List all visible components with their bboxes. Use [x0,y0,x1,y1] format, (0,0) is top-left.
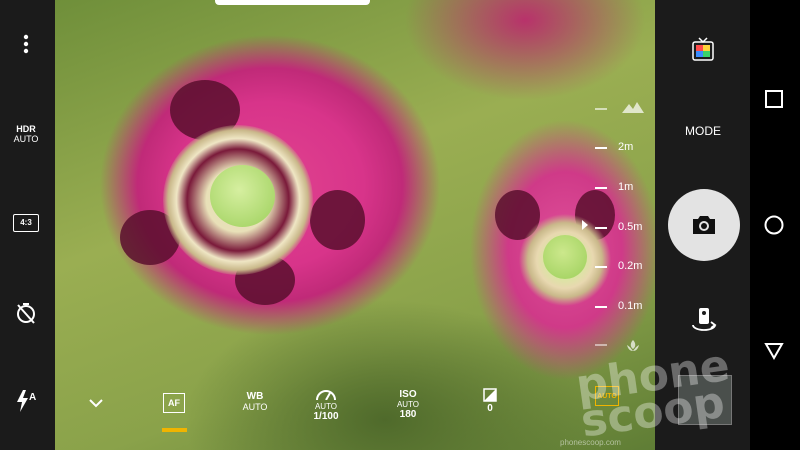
watermark-url: phonescoop.com [560,438,621,447]
white-balance-control[interactable]: WB AUTO [240,388,270,413]
hdr-label: HDR [16,124,36,134]
wb-value: AUTO [242,402,268,412]
recents-square-icon[interactable] [764,89,784,109]
home-circle-icon[interactable] [763,214,785,236]
scale-tick [595,108,607,110]
scale-tick [595,227,607,229]
scale-row-0-1m: 0.1m [595,300,655,314]
focus-pointer-icon[interactable] [581,219,589,231]
scale-tick [595,266,607,268]
aspect-ratio-label: 4:3 [20,218,32,227]
aspect-ratio-button[interactable]: 4:3 [13,214,39,232]
exposure-compensation-control[interactable]: 0 [480,388,500,414]
color-filter-icon[interactable] [690,36,716,62]
iso-control[interactable]: ISO AUTO 180 [393,388,423,420]
scale-label: 1m [618,181,634,193]
collapse-chevron-icon[interactable] [85,394,107,412]
left-toolbar: HDR AUTO 4:3 A [0,0,55,450]
shutter-speed-control[interactable]: AUTO 1/100 [307,388,345,422]
scale-label: 0.1m [618,300,643,312]
mode-button[interactable]: MODE [673,124,733,138]
scale-row-2m: 2m [595,141,655,155]
scale-tick [595,344,607,346]
svg-text:A: A [29,392,36,403]
flower-pistil [210,165,275,227]
mode-label: MODE [685,124,721,138]
wb-label: WB [246,391,264,402]
scale-tick [595,306,607,308]
scale-row-top [595,102,655,116]
scale-row-0-5m: 0.5m [595,221,655,235]
switch-camera-icon[interactable] [690,306,718,334]
flower-pistil [543,235,587,279]
timer-off-icon[interactable] [13,300,39,326]
exposure-icon [483,388,497,402]
autofocus-button[interactable]: AF [163,393,185,413]
top-notch [215,0,370,5]
scale-row-0-2m: 0.2m [595,260,655,274]
shutter-speed-icon [316,390,336,401]
ev-value: 0 [487,403,493,414]
scale-tick [595,187,607,189]
iso-label: ISO [399,389,417,400]
hdr-value: AUTO [13,134,39,144]
af-active-indicator [162,428,187,432]
flower-blotch [310,190,365,250]
overflow-menu-icon[interactable] [15,33,37,55]
shutter-button[interactable] [668,189,740,261]
scale-label: 2m [618,141,634,153]
scale-label: 0.2m [618,260,643,272]
camera-viewfinder[interactable]: 2m 1m 0.5m 0.2m 0.1m AF WB AUTO AUTO 1/1… [55,0,655,450]
iso-value: 180 [399,409,417,420]
scale-row-1m: 1m [595,181,655,195]
camera-icon [693,216,715,234]
hdr-toggle[interactable]: HDR AUTO [8,122,44,146]
af-label: AF [168,398,180,408]
shutter-value: 1/100 [313,411,339,422]
scale-label: 0.5m [618,221,643,233]
flash-auto-icon[interactable]: A [13,388,41,414]
scale-tick [595,147,607,149]
